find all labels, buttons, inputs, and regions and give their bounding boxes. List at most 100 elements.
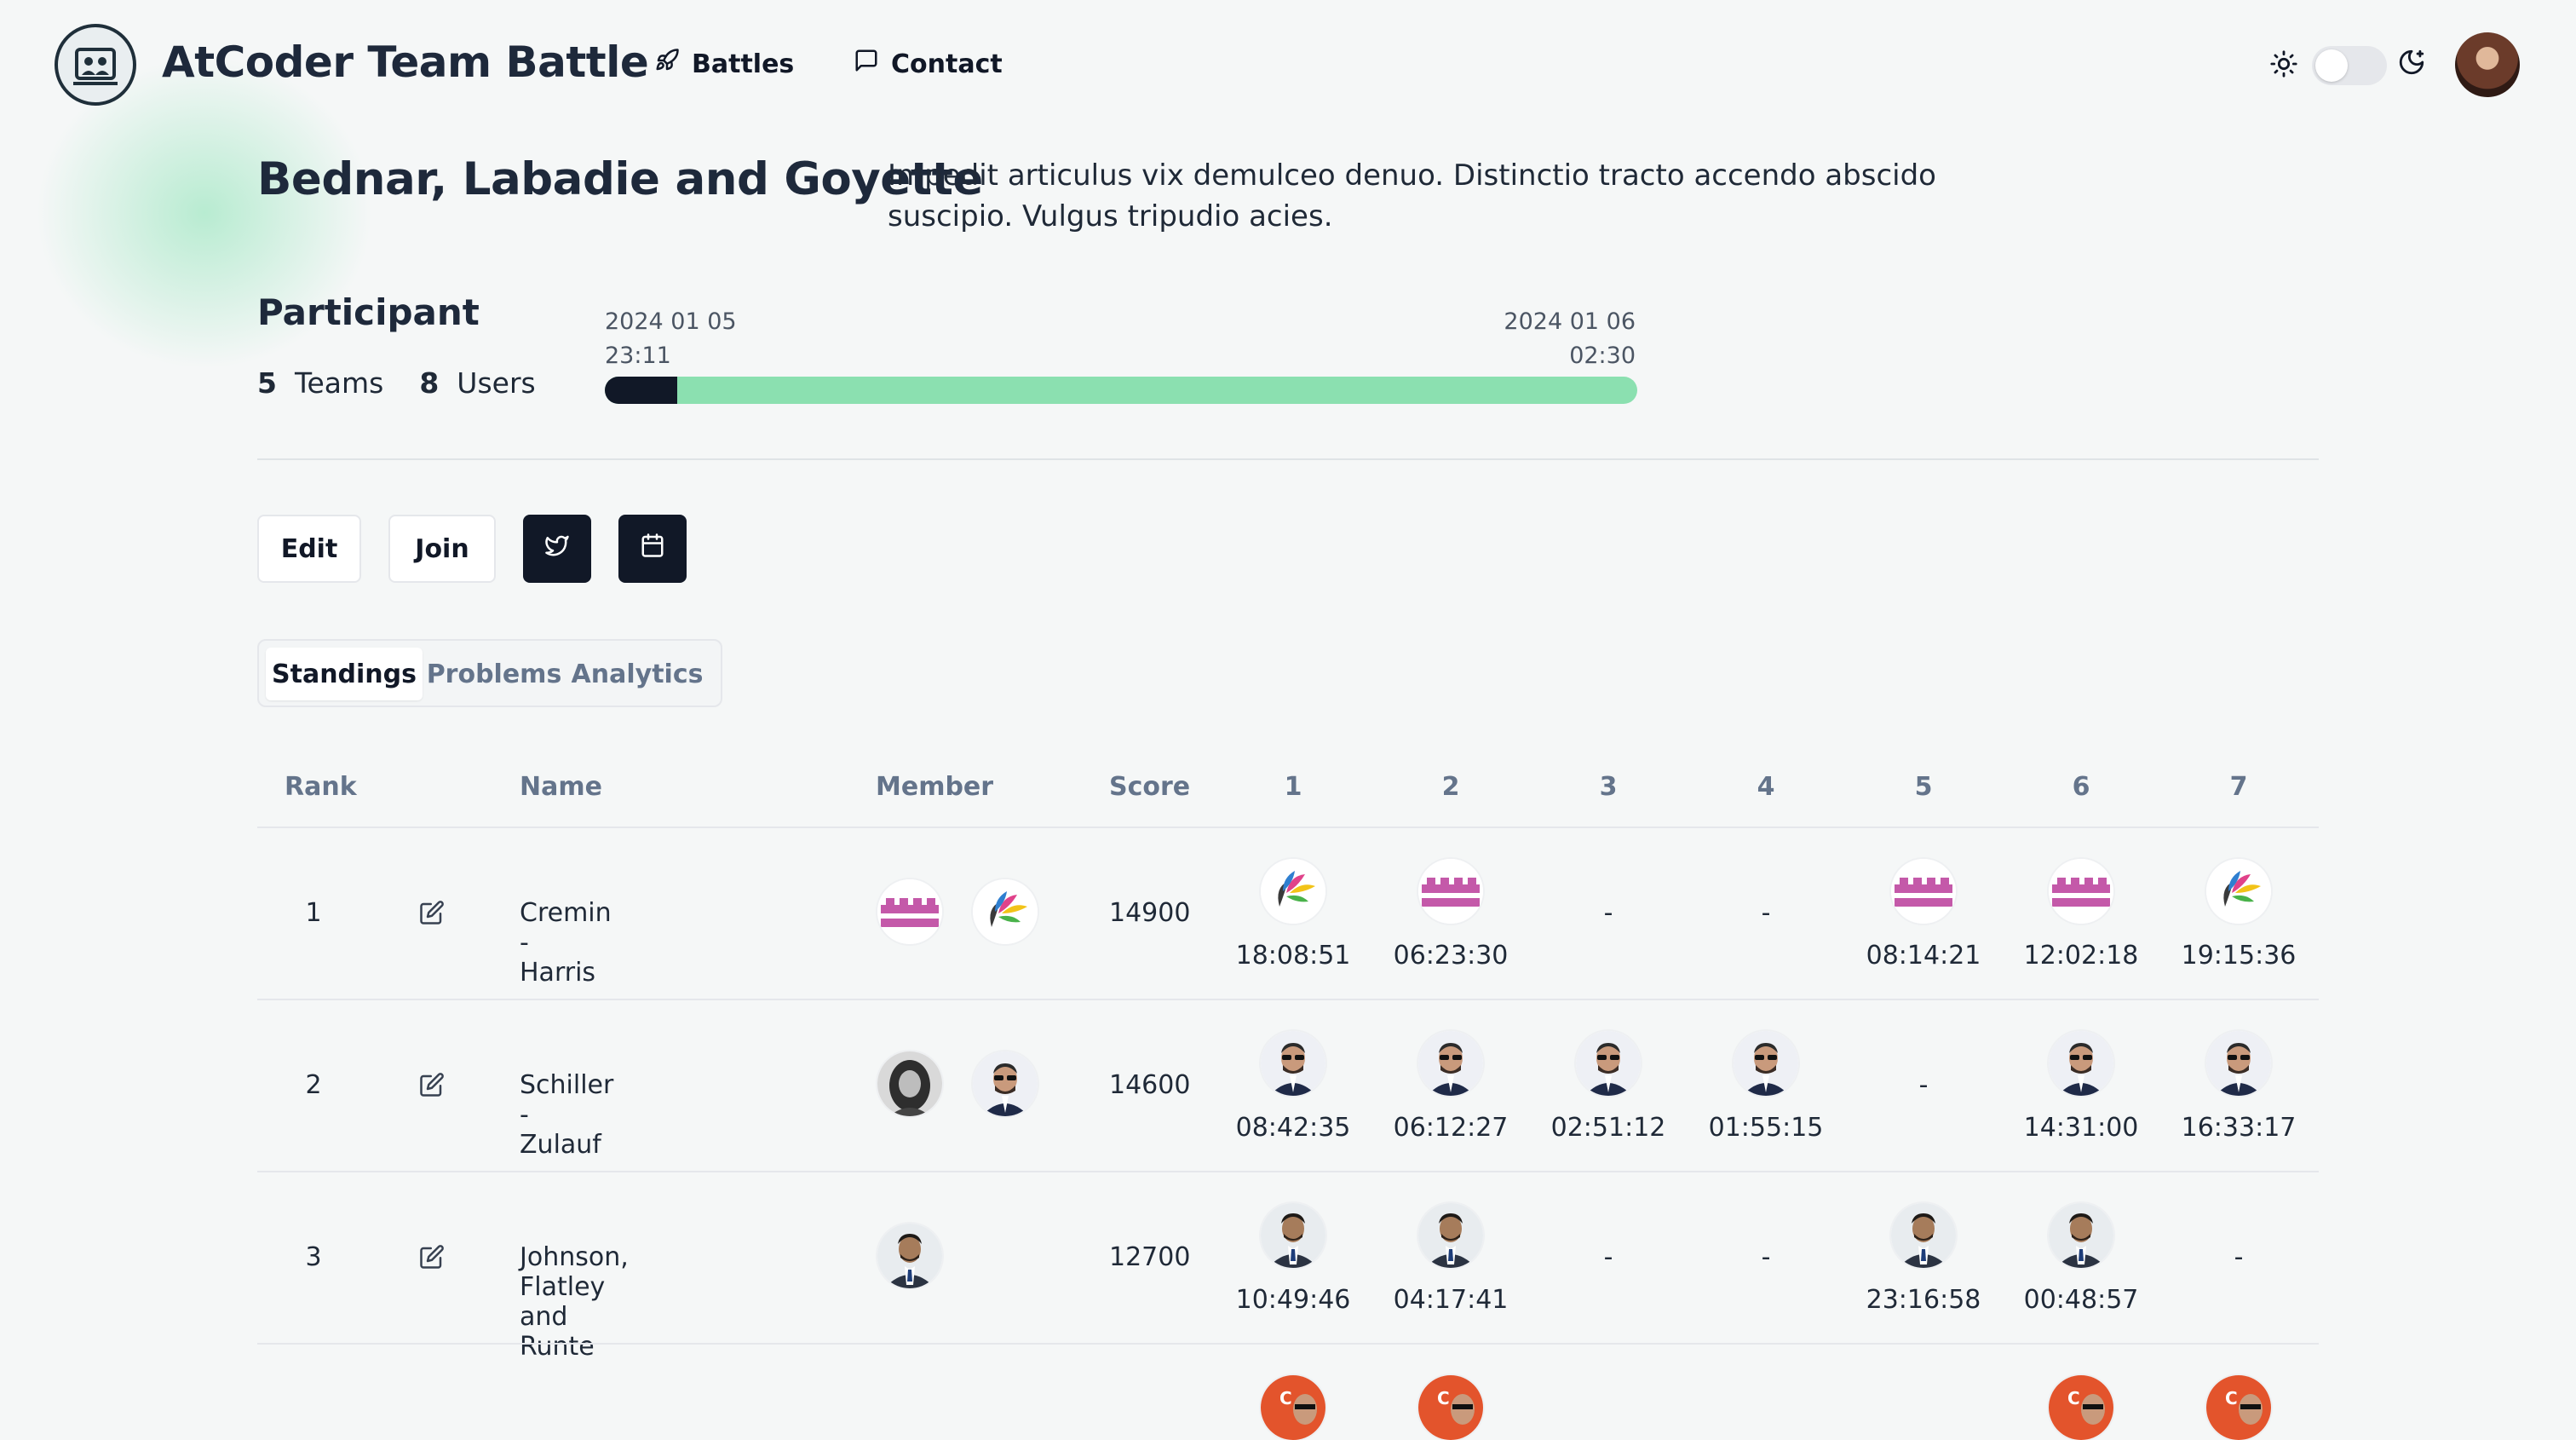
solver-avatar[interactable]: C (2206, 1375, 2271, 1440)
row-rank: 3 (305, 1242, 322, 1272)
edit-team-icon[interactable] (419, 1244, 445, 1273)
tab-analytics[interactable]: Analytics (566, 648, 709, 700)
unsolved-dash: - (1918, 1070, 1929, 1100)
table-header-rank: Rank (285, 772, 357, 802)
team-score: 14900 (1109, 898, 1191, 928)
solve-time: 00:48:57 (2023, 1285, 2139, 1315)
member-avatar[interactable] (973, 879, 1038, 944)
solver-avatar[interactable] (1891, 859, 1956, 924)
table-header-divider (257, 827, 2319, 828)
battle-progress-fill (605, 377, 677, 404)
start-time: 2024 01 05 23:11 (605, 305, 737, 373)
battle-title: Bednar, Labadie and Goyette (257, 153, 983, 205)
solve-time: 23:16:58 (1866, 1285, 1981, 1315)
nav-contact-label: Contact (891, 49, 1003, 79)
twitter-share-button[interactable] (523, 515, 591, 583)
solver-avatar[interactable] (2049, 859, 2113, 924)
start-date-text: 2024 01 05 (605, 308, 737, 335)
solve-time: 06:12:27 (1393, 1113, 1509, 1143)
table-header-problem-7: 7 (2229, 772, 2248, 802)
unsolved-dash: - (1761, 898, 1771, 928)
solver-avatar[interactable] (1418, 859, 1483, 924)
user-avatar[interactable] (2455, 32, 2520, 97)
row-rank: 2 (305, 1070, 322, 1100)
theme-toggle[interactable] (2312, 46, 2387, 85)
top-header: AtCoder Team Battle Battles Contact (0, 0, 2576, 131)
member-avatar[interactable] (877, 879, 942, 944)
solve-time: 04:17:41 (1393, 1285, 1509, 1315)
edit-button[interactable]: Edit (257, 515, 361, 583)
users-count: 8 (419, 366, 440, 400)
solver-avatar[interactable]: C (1261, 1375, 1325, 1440)
member-avatar[interactable] (973, 1051, 1038, 1116)
join-button[interactable]: Join (388, 515, 496, 583)
solve-time: 06:23:30 (1393, 941, 1509, 971)
end-time-text: 02:30 (1569, 343, 1636, 369)
solver-avatar[interactable] (2206, 859, 2271, 924)
solver-avatar[interactable] (1418, 1031, 1483, 1096)
solve-time: 08:14:21 (1866, 941, 1981, 971)
start-time-text: 23:11 (605, 343, 671, 369)
solver-avatar[interactable]: C (2049, 1375, 2113, 1440)
svg-text:C: C (1437, 1388, 1450, 1408)
solve-time: 18:08:51 (1235, 941, 1351, 971)
table-header-problem-2: 2 (1441, 772, 1460, 802)
nav-battles-label: Battles (692, 49, 795, 79)
rocket-icon (654, 48, 680, 80)
team-score: 14600 (1109, 1070, 1191, 1100)
row-rank: 1 (305, 898, 322, 928)
solver-avatar[interactable] (1261, 1031, 1325, 1096)
solver-avatar[interactable] (1418, 1203, 1483, 1268)
solver-avatar[interactable] (1261, 1203, 1325, 1268)
team-name[interactable]: Cremin - Harris (520, 898, 612, 988)
teams-count: 5 (257, 366, 277, 400)
solver-avatar[interactable]: C (1418, 1375, 1483, 1440)
tab-standings[interactable]: Standings (266, 648, 423, 700)
app-title[interactable]: AtCoder Team Battle (162, 37, 649, 87)
table-header-member: Member (876, 772, 994, 802)
tab-problems[interactable]: Problems (426, 648, 562, 700)
solve-time: 02:51:12 (1550, 1113, 1666, 1143)
moon-icon (2397, 48, 2426, 80)
team-score: 12700 (1109, 1242, 1191, 1272)
battle-progress-bar (605, 377, 1637, 404)
edit-team-icon[interactable] (419, 1072, 445, 1101)
nav-contact[interactable]: Contact (854, 48, 1003, 80)
solver-avatar[interactable] (1734, 1031, 1798, 1096)
solve-time: 08:42:35 (1235, 1113, 1351, 1143)
solver-avatar[interactable] (2049, 1203, 2113, 1268)
solve-time: 14:31:00 (2023, 1113, 2139, 1143)
end-date-text: 2024 01 06 (1504, 308, 1636, 335)
solver-avatar[interactable] (1576, 1031, 1641, 1096)
nav-battles[interactable]: Battles (654, 48, 794, 80)
unsolved-dash: - (1603, 898, 1613, 928)
solver-avatar[interactable] (1261, 859, 1325, 924)
unsolved-dash: - (1761, 1242, 1771, 1272)
row-divider (257, 999, 2319, 1000)
table-header-problem-1: 1 (1284, 772, 1302, 802)
users-label: Users (457, 366, 536, 400)
end-time: 2024 01 06 02:30 (1465, 305, 1636, 373)
svg-text:C: C (1279, 1388, 1292, 1408)
member-avatar[interactable] (877, 1224, 942, 1288)
solve-time: 10:49:46 (1235, 1285, 1351, 1315)
participant-heading: Participant (257, 291, 480, 333)
battle-description: Impedit articulus vix demulceo denuo. Di… (888, 158, 1936, 233)
table-header-name: Name (520, 772, 602, 802)
row-divider (257, 1343, 2319, 1345)
edit-team-icon[interactable] (419, 900, 445, 929)
member-avatar[interactable] (877, 1051, 942, 1116)
solve-time: 19:15:36 (2181, 941, 2297, 971)
solver-avatar[interactable] (2206, 1031, 2271, 1096)
unsolved-dash: - (2234, 1242, 2244, 1272)
calendar-button[interactable] (618, 515, 687, 583)
solver-avatar[interactable] (1891, 1203, 1956, 1268)
sun-icon (2269, 49, 2298, 82)
calendar-icon (640, 533, 665, 565)
section-divider (257, 458, 2319, 460)
team-name[interactable]: Schiller - Zulauf (520, 1070, 613, 1160)
row-divider (257, 1171, 2319, 1172)
solve-time: 16:33:17 (2181, 1113, 2297, 1143)
solver-avatar[interactable] (2049, 1031, 2113, 1096)
app-logo-icon[interactable] (55, 24, 136, 106)
